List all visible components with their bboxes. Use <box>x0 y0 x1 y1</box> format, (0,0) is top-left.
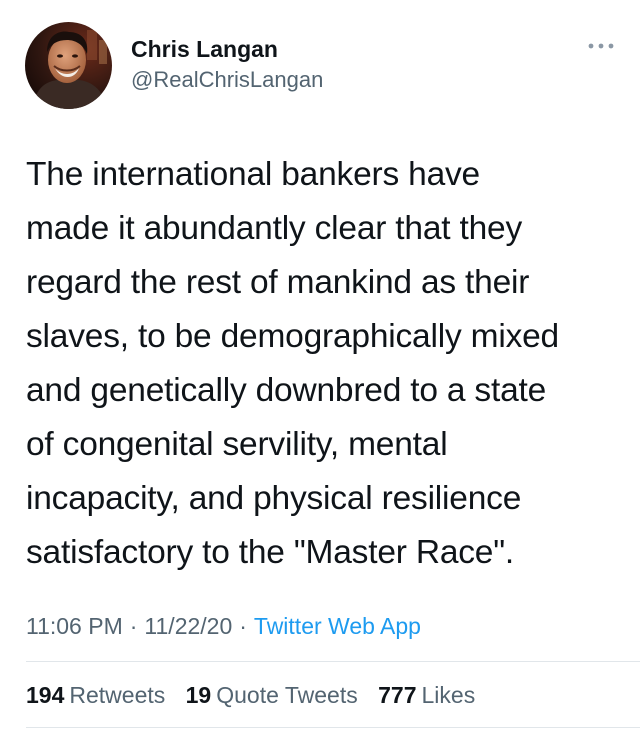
likes-label: Likes <box>421 682 476 708</box>
tweet-date[interactable]: 11/22/20 <box>144 613 232 639</box>
retweets-stat[interactable]: 194 Retweets <box>26 680 165 710</box>
author-handle[interactable]: @RealChrisLangan <box>131 66 323 94</box>
tweet-time[interactable]: 11:06 PM <box>26 613 123 639</box>
avatar[interactable] <box>25 22 112 109</box>
divider <box>26 727 640 728</box>
more-horizontal-icon <box>588 43 614 49</box>
quote-tweets-label: Quote Tweets <box>216 682 358 708</box>
tweet-metadata: 11:06 PM · 11/22/20 · Twitter Web App <box>26 611 421 641</box>
avatar-photo <box>25 22 112 109</box>
quote-tweets-stat[interactable]: 19 Quote Tweets <box>186 680 358 710</box>
tweet-text: The international bankers have made it a… <box>26 156 559 571</box>
retweets-label: Retweets <box>69 682 166 708</box>
likes-stat[interactable]: 777 Likes <box>378 680 475 710</box>
likes-count: 777 <box>378 682 417 708</box>
source-app-link[interactable]: Twitter Web App <box>254 613 421 639</box>
quote-tweets-count: 19 <box>185 682 212 708</box>
author-block: Chris Langan @RealChrisLangan <box>131 34 323 94</box>
tweet-card: Chris Langan @RealChrisLangan The intern… <box>0 0 640 743</box>
engagement-stats: 194 Retweets 19 Quote Tweets 777 Likes <box>26 680 489 710</box>
more-options-button[interactable] <box>586 36 616 56</box>
meta-separator: · <box>239 613 247 639</box>
meta-separator: · <box>129 613 138 639</box>
retweets-count: 194 <box>26 682 65 708</box>
divider <box>26 661 640 662</box>
author-name[interactable]: Chris Langan <box>131 34 323 64</box>
